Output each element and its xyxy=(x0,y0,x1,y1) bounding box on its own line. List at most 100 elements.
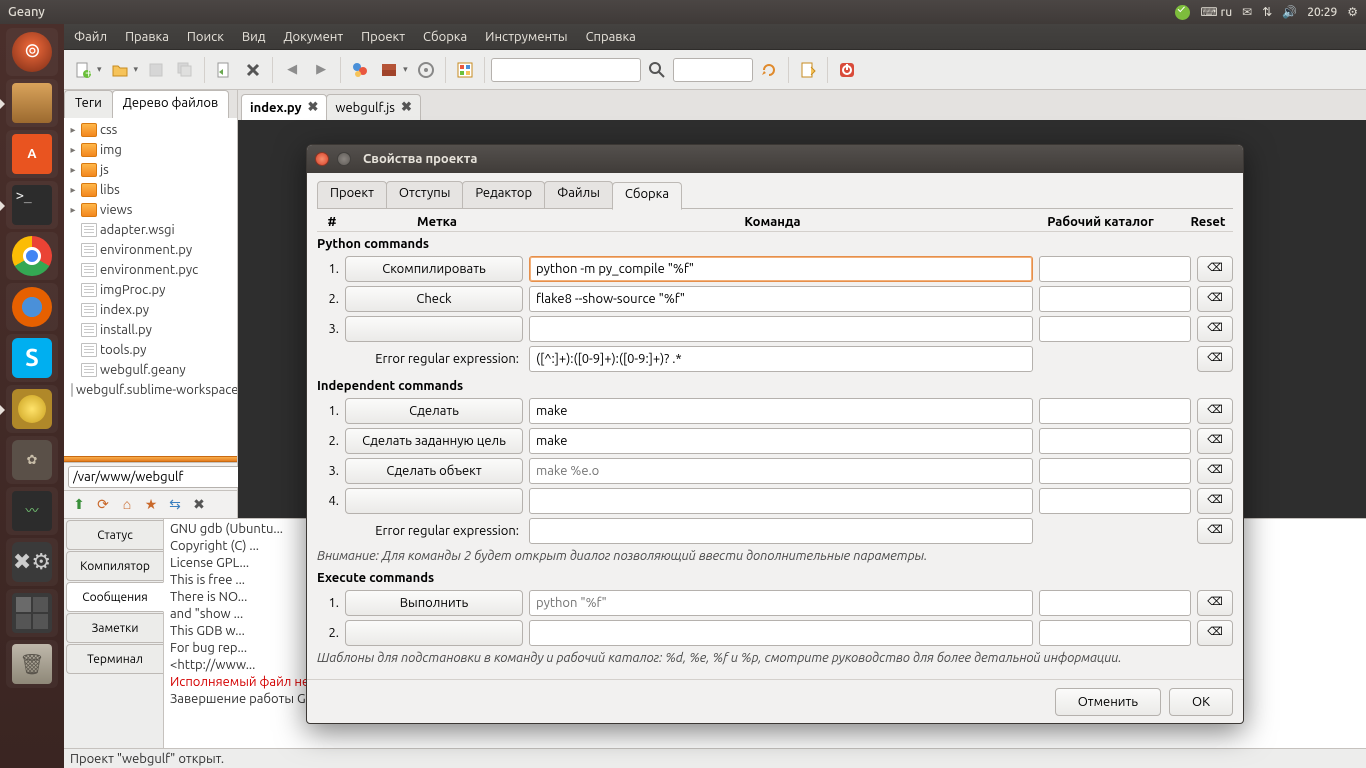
save-all-button[interactable] xyxy=(172,57,198,83)
workdir-input[interactable] xyxy=(1039,620,1191,646)
label-button[interactable]: Сделать xyxy=(345,398,523,424)
command-input[interactable] xyxy=(529,590,1033,616)
dropdown-icon[interactable]: ▾ xyxy=(134,64,139,75)
window-close-icon[interactable] xyxy=(315,152,329,166)
keyboard-indicator[interactable]: ⌨ ru xyxy=(1200,5,1232,19)
firefox-button[interactable] xyxy=(6,283,58,331)
nav-up-icon[interactable]: ⬆ xyxy=(70,496,88,514)
monitor-button[interactable]: 〰 xyxy=(6,487,58,535)
command-input[interactable] xyxy=(529,286,1033,312)
jump-button[interactable] xyxy=(756,57,782,83)
workdir-input[interactable] xyxy=(1039,488,1191,514)
reset-button[interactable]: ⌫ xyxy=(1197,620,1233,646)
path-input[interactable] xyxy=(68,466,249,488)
tab-indent[interactable]: Отступы xyxy=(386,181,464,209)
nav-sync-icon[interactable]: ⇆ xyxy=(166,496,184,514)
dropdown-icon[interactable]: ▾ xyxy=(403,64,408,75)
command-input[interactable] xyxy=(529,316,1033,342)
command-input[interactable] xyxy=(529,256,1033,282)
nav-home-icon[interactable]: ⌂ xyxy=(118,496,136,514)
reset-button[interactable]: ⌫ xyxy=(1197,316,1233,342)
menu-edit[interactable]: Правка xyxy=(125,30,169,44)
settings-button[interactable]: ✖⚙ xyxy=(6,538,58,586)
preferences-button[interactable] xyxy=(795,57,821,83)
menu-document[interactable]: Документ xyxy=(283,30,343,44)
menu-tools[interactable]: Инструменты xyxy=(485,30,567,44)
msg-tab-notes[interactable]: Заметки xyxy=(66,613,163,643)
open-button[interactable] xyxy=(107,57,133,83)
label-button[interactable]: Скомпилировать xyxy=(345,256,523,282)
label-button[interactable]: Сделать объект xyxy=(345,458,523,484)
run-button[interactable] xyxy=(413,57,439,83)
reset-button[interactable]: ⌫ xyxy=(1197,488,1233,514)
skype-button[interactable]: S xyxy=(6,334,58,382)
menu-project[interactable]: Проект xyxy=(361,30,405,44)
new-file-button[interactable]: + xyxy=(70,57,96,83)
workdir-input[interactable] xyxy=(1039,256,1191,282)
menu-view[interactable]: Вид xyxy=(242,30,266,44)
tab-editor[interactable]: Редактор xyxy=(462,181,545,209)
msg-tab-status[interactable]: Статус xyxy=(66,520,163,550)
command-input[interactable] xyxy=(529,398,1033,424)
close-icon[interactable]: ✖ xyxy=(307,100,318,115)
mail-icon[interactable]: ✉ xyxy=(1242,5,1252,19)
msg-tab-terminal[interactable]: Терминал xyxy=(66,644,163,674)
window-min-icon[interactable] xyxy=(337,152,351,166)
nav-back-button[interactable]: ◀ xyxy=(279,57,305,83)
reset-button[interactable]: ⌫ xyxy=(1197,346,1233,372)
tab-filetree[interactable]: Дерево файлов xyxy=(112,90,229,118)
editor-tab[interactable]: index.py✖ xyxy=(241,94,327,120)
network-icon[interactable]: ⇅ xyxy=(1262,5,1272,19)
gimp-button[interactable]: ✿ xyxy=(6,436,58,484)
build-button[interactable] xyxy=(376,57,402,83)
error-regex-input[interactable] xyxy=(529,518,1033,544)
workdir-input[interactable] xyxy=(1039,458,1191,484)
tab-project[interactable]: Проект xyxy=(317,181,387,209)
compile-button[interactable] xyxy=(347,57,373,83)
msg-tab-messages[interactable]: Сообщения xyxy=(66,582,164,612)
chrome-button[interactable] xyxy=(6,232,58,280)
nav-fwd-button[interactable]: ▶ xyxy=(308,57,334,83)
ok-button[interactable]: OK xyxy=(1169,688,1233,716)
editor-tab[interactable]: webgulf.js✖ xyxy=(326,94,420,120)
reset-button[interactable]: ⌫ xyxy=(1197,590,1233,616)
cancel-button[interactable]: Отменить xyxy=(1055,688,1161,716)
nav-refresh-icon[interactable]: ⟳ xyxy=(94,496,112,514)
reset-button[interactable]: ⌫ xyxy=(1197,398,1233,424)
line-input[interactable] xyxy=(673,58,753,82)
error-regex-input[interactable] xyxy=(529,346,1033,372)
clock[interactable]: 20:29 xyxy=(1307,6,1337,19)
update-ok-icon[interactable] xyxy=(1175,5,1190,20)
search-button[interactable] xyxy=(644,57,670,83)
label-button[interactable]: Сделать заданную цель xyxy=(345,428,523,454)
software-center-button[interactable]: A xyxy=(6,130,58,178)
command-input[interactable] xyxy=(529,458,1033,484)
quit-button[interactable] xyxy=(834,57,860,83)
msg-tab-compiler[interactable]: Компилятор xyxy=(66,551,163,581)
revert-button[interactable] xyxy=(211,57,237,83)
goto-input[interactable] xyxy=(491,58,641,82)
save-button[interactable] xyxy=(143,57,169,83)
label-button[interactable] xyxy=(345,316,523,342)
dialog-titlebar[interactable]: Свойства проекта xyxy=(307,145,1243,173)
menu-help[interactable]: Справка xyxy=(586,30,636,44)
terminal-button[interactable]: >_ xyxy=(6,181,58,229)
workdir-input[interactable] xyxy=(1039,286,1191,312)
reset-button[interactable]: ⌫ xyxy=(1197,256,1233,282)
menu-file[interactable]: Файл xyxy=(74,30,107,44)
close-icon[interactable]: ✖ xyxy=(401,100,412,115)
workdir-input[interactable] xyxy=(1039,590,1191,616)
power-icon[interactable]: ⚙ xyxy=(1347,5,1358,19)
label-button[interactable] xyxy=(345,488,523,514)
label-button[interactable]: Check xyxy=(345,286,523,312)
menu-search[interactable]: Поиск xyxy=(187,30,224,44)
command-input[interactable] xyxy=(529,620,1033,646)
tab-files[interactable]: Файлы xyxy=(544,181,613,209)
reset-button[interactable]: ⌫ xyxy=(1197,518,1233,544)
command-input[interactable] xyxy=(529,428,1033,454)
dash-button[interactable]: ⊚ xyxy=(6,28,58,76)
file-tree[interactable]: ▸css ▸img ▸js ▸libs ▸views adapter.wsgi … xyxy=(64,118,237,456)
label-button[interactable] xyxy=(345,620,523,646)
label-button[interactable]: Выполнить xyxy=(345,590,523,616)
trash-button[interactable]: 🗑 xyxy=(6,640,58,688)
